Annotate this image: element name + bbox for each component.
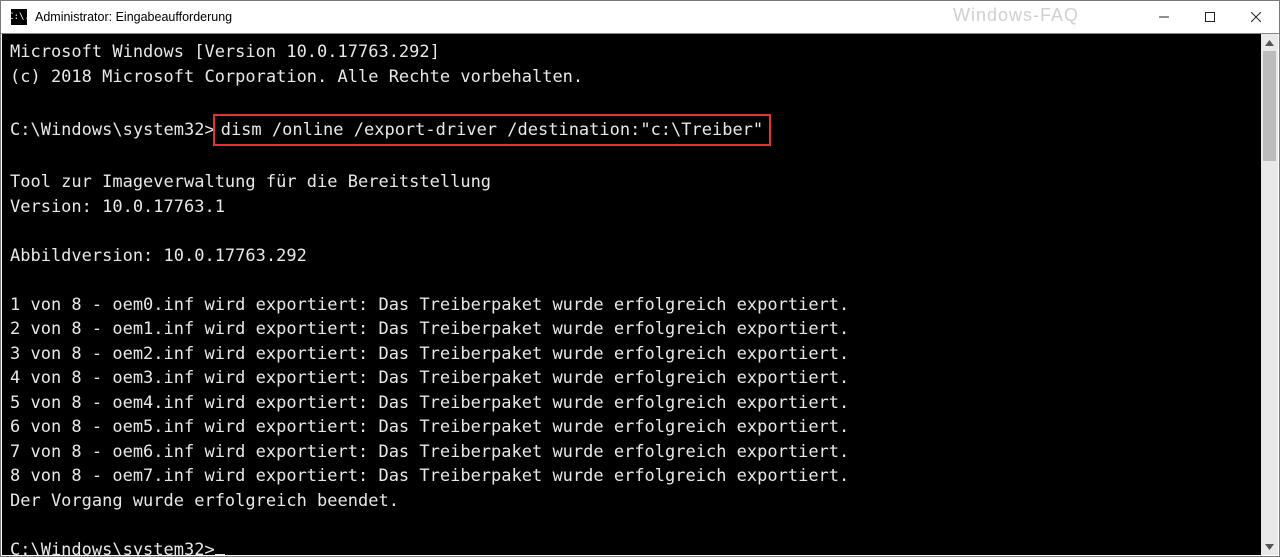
- window-title: Administrator: Eingabeaufforderung: [35, 10, 232, 24]
- output-line: Tool zur Imageverwaltung für die Bereits…: [10, 172, 491, 192]
- scroll-track[interactable]: [1261, 51, 1278, 538]
- output-line: Microsoft Windows [Version 10.0.17763.29…: [10, 42, 440, 62]
- output-line: Abbildversion: 10.0.17763.292: [10, 246, 307, 266]
- cmd-icon: C:\.: [11, 9, 27, 25]
- titlebar[interactable]: C:\. Administrator: Eingabeaufforderung …: [1, 1, 1279, 34]
- output-line: (c) 2018 Microsoft Corporation. Alle Rec…: [10, 67, 583, 87]
- output-line: 2 von 8 - oem1.inf wird exportiert: Das …: [10, 319, 849, 339]
- cursor: [215, 554, 225, 556]
- prompt-prefix: C:\Windows\system32>: [10, 120, 215, 140]
- scroll-up-icon[interactable]: [1261, 34, 1278, 51]
- highlighted-command: dism /online /export-driver /destination…: [213, 114, 771, 146]
- output-line: Der Vorgang wurde erfolgreich beendet.: [10, 491, 399, 511]
- maximize-button[interactable]: [1187, 1, 1233, 33]
- scroll-thumb[interactable]: [1263, 51, 1276, 161]
- close-button[interactable]: [1233, 1, 1279, 33]
- output-line: Version: 10.0.17763.1: [10, 197, 225, 217]
- command-prompt-window: C:\. Administrator: Eingabeaufforderung …: [0, 0, 1280, 557]
- output-line: 1 von 8 - oem0.inf wird exportiert: Das …: [10, 295, 849, 315]
- terminal-area: Microsoft Windows [Version 10.0.17763.29…: [2, 34, 1278, 555]
- window-controls: [1141, 1, 1279, 33]
- scroll-down-icon[interactable]: [1261, 538, 1278, 555]
- output-line: 3 von 8 - oem2.inf wird exportiert: Das …: [10, 344, 849, 364]
- prompt-prefix: C:\Windows\system32>: [10, 540, 215, 556]
- output-line: 8 von 8 - oem7.inf wird exportiert: Das …: [10, 466, 849, 486]
- terminal-output[interactable]: Microsoft Windows [Version 10.0.17763.29…: [2, 34, 1261, 555]
- output-line: 6 von 8 - oem5.inf wird exportiert: Das …: [10, 417, 849, 437]
- minimize-button[interactable]: [1141, 1, 1187, 33]
- vertical-scrollbar[interactable]: [1261, 34, 1278, 555]
- output-line: 7 von 8 - oem6.inf wird exportiert: Das …: [10, 442, 849, 462]
- watermark-text: Windows-FAQ: [953, 5, 1079, 26]
- output-line: 4 von 8 - oem3.inf wird exportiert: Das …: [10, 368, 849, 388]
- output-line: 5 von 8 - oem4.inf wird exportiert: Das …: [10, 393, 849, 413]
